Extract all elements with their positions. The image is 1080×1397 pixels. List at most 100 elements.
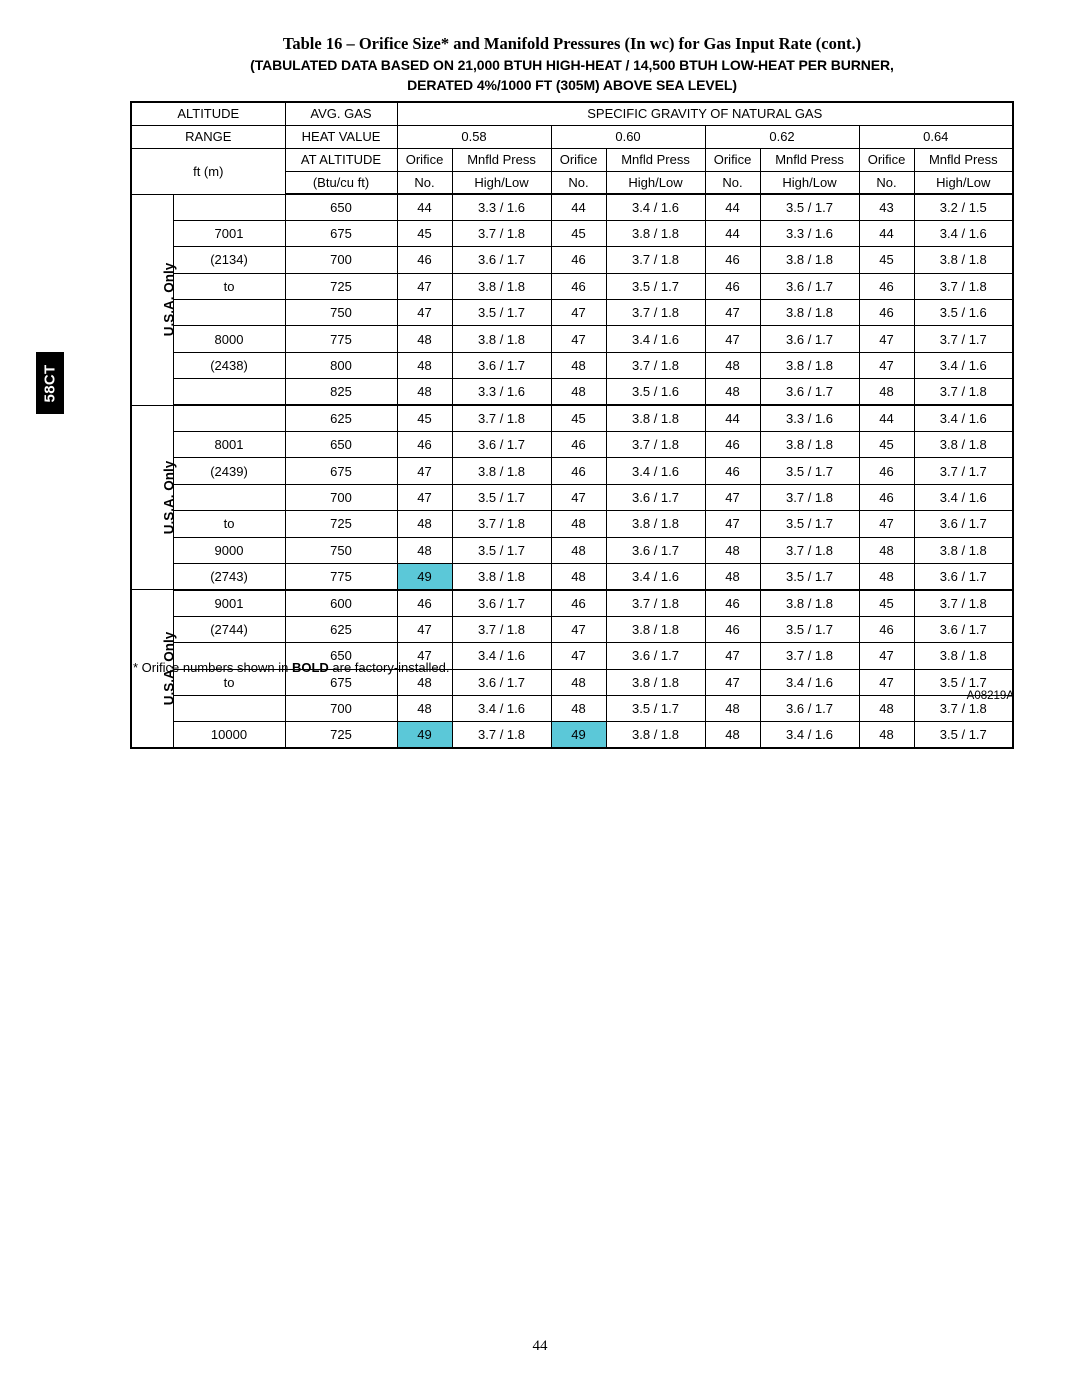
- page-title: Table 16 – Orifice Size* and Manifold Pr…: [282, 34, 862, 53]
- orifice-number-cell: 48: [550, 378, 607, 407]
- manifold-pressure-cell: 3.6 / 1.7: [451, 589, 552, 617]
- heat-value-cell: 725: [284, 510, 398, 538]
- orifice-number-cell: 48: [550, 562, 607, 591]
- altitude-range-cell: 9001: [172, 589, 286, 617]
- orifice-number-cell: 45: [550, 219, 607, 248]
- altitude-range-cell: 8001: [172, 431, 286, 459]
- manifold-pressure-cell: 3.7 / 1.8: [759, 536, 860, 564]
- manifold-pressure-cell: 3.4 / 1.6: [759, 721, 860, 750]
- orifice-number-cell: 48: [704, 562, 761, 591]
- orifice-number-cell: 44: [704, 404, 761, 433]
- heat-value-cell: 725: [284, 272, 398, 301]
- header-mnfld-line2-058: High/Low: [451, 170, 552, 195]
- orifice-number-cell: 47: [704, 510, 761, 538]
- altitude-range-cell: [172, 193, 286, 221]
- orifice-number-cell: 46: [550, 431, 607, 459]
- manifold-pressure-cell: 3.4 / 1.6: [605, 193, 706, 221]
- manifold-pressure-cell: 3.8 / 1.8: [913, 536, 1014, 564]
- orifice-number-cell: 45: [858, 431, 915, 459]
- manifold-pressure-cell: 3.8 / 1.8: [759, 351, 860, 380]
- orifice-number-cell: 46: [550, 589, 607, 617]
- header-orifice-line1-062: Orifice: [704, 147, 761, 172]
- manifold-pressure-cell: 3.7 / 1.8: [451, 510, 552, 538]
- manifold-pressure-cell: 3.8 / 1.8: [451, 457, 552, 485]
- altitude-range-cell: (2134): [172, 246, 286, 274]
- header-mnfld-line2-062: High/Low: [759, 170, 860, 195]
- altitude-range-cell: 10000: [172, 721, 286, 750]
- manifold-pressure-cell: 3.7 / 1.8: [605, 431, 706, 459]
- header-row-2: RANGE HEAT VALUE 0.58 0.60 0.62 0.64: [130, 124, 1014, 149]
- orifice-number-cell: 48: [550, 510, 607, 538]
- manifold-pressure-cell: 3.6 / 1.7: [759, 378, 860, 407]
- orifice-number-cell: 45: [858, 246, 915, 274]
- header-mnfld-line1-064: Mnfld Press: [913, 147, 1014, 172]
- orifice-number-cell: 46: [396, 246, 453, 274]
- orifice-number-cell: 46: [858, 483, 915, 512]
- orifice-number-cell: 48: [704, 351, 761, 380]
- table-row: 825 48 3.3 / 1.6 48 3.5 / 1.6 48 3.6 / 1.7 48 3.…: [131, 378, 1014, 407]
- manifold-pressure-cell: 3.7 / 1.8: [451, 721, 552, 750]
- manifold-pressure-cell: 3.3 / 1.6: [451, 193, 552, 221]
- heat-value-cell: 625: [284, 615, 398, 644]
- orifice-number-cell: 48: [550, 536, 607, 564]
- table-row: 10000 725 49 3.7 / 1.8 49 3.8 / 1.8 48 3.4 / 1.…: [131, 721, 1014, 750]
- orifice-number-cell: 48: [396, 536, 453, 564]
- orifice-number-cell: 45: [550, 404, 607, 433]
- figure-id: A08219A: [966, 690, 1014, 702]
- heat-value-cell: 625: [284, 404, 398, 433]
- region-label-cell: U.S.A. Only: [130, 193, 176, 406]
- header-altitude-units: ft (m): [130, 147, 286, 195]
- header-orifice-line1-058: Orifice: [396, 147, 453, 172]
- orifice-number-cell: 48: [550, 351, 607, 380]
- manifold-pressure-cell: 3.5 / 1.7: [759, 457, 860, 485]
- orifice-number-cell: 44: [858, 404, 915, 433]
- orifice-number-cell: 43: [858, 193, 915, 221]
- manifold-pressure-cell: 3.6 / 1.7: [451, 246, 552, 274]
- gravity-value-058: 0.58: [461, 129, 487, 144]
- manifold-pressure-cell: 3.6 / 1.7: [913, 615, 1014, 644]
- orifice-number-cell: 48: [396, 351, 453, 380]
- altitude-range-cell: to: [172, 272, 286, 301]
- orifice-number-cell: 45: [858, 589, 915, 617]
- heat-value-cell: 650: [284, 431, 398, 459]
- heat-value-cell: 600: [284, 589, 398, 617]
- table-row: U.S.A. Only 9001 600 46 3.6 / 1.7 46 3.7 / 1.8…: [130, 589, 1014, 749]
- gravity-value-062: 0.62: [769, 129, 795, 144]
- manifold-pressure-cell: 3.7 / 1.8: [605, 589, 706, 617]
- altitude-range-cell: [172, 378, 286, 407]
- manifold-pressure-cell: 3.6 / 1.7: [759, 272, 860, 301]
- manifold-pressure-cell: 3.7 / 1.8: [605, 299, 706, 327]
- orifice-number-cell: 46: [704, 457, 761, 485]
- manifold-pressure-cell: 3.4 / 1.6: [913, 404, 1014, 433]
- region-label: U.S.A. Only: [161, 460, 177, 535]
- orifice-number-cell: 44: [396, 193, 453, 221]
- manifold-pressure-cell: 3.4 / 1.6: [605, 457, 706, 485]
- altitude-range-cell: (2439): [172, 457, 286, 485]
- orifice-number-cell: 47: [704, 299, 761, 327]
- header-orifice-line2-058: No.: [396, 170, 453, 195]
- altitude-range-cell: (2743): [172, 562, 286, 591]
- heat-value-cell: 750: [284, 536, 398, 564]
- manifold-pressure-cell: 3.5 / 1.7: [451, 536, 552, 564]
- manifold-pressure-cell: 3.4 / 1.6: [605, 562, 706, 591]
- subtitle-line-2: DERATED 4%/1000 FT (305M) ABOVE SEA LEVE…: [407, 76, 737, 93]
- orifice-number-cell: 47: [396, 272, 453, 301]
- header-mnfld-line1-062: Mnfld Press: [759, 147, 860, 172]
- orifice-number-cell: 49: [550, 721, 607, 750]
- manifold-pressure-cell: 3.7 / 1.8: [759, 483, 860, 512]
- manifold-pressure-cell: 3.4 / 1.6: [913, 483, 1014, 512]
- orifice-number-cell: 47: [550, 299, 607, 327]
- manifold-pressure-cell: 3.8 / 1.8: [451, 272, 552, 301]
- manifold-pressure-cell: 3.6 / 1.7: [605, 536, 706, 564]
- orifice-number-cell: 48: [396, 325, 453, 353]
- header-specific-gravity: SPECIFIC GRAVITY OF NATURAL GAS: [396, 101, 1014, 126]
- manifold-pressure-cell: 3.5 / 1.6: [605, 378, 706, 407]
- header-orifice-line1-060: Orifice: [550, 147, 607, 172]
- table-row: U.S.A. Only 625 45 3.7 / 1.8 45 3.8 / 1.8 44 3.…: [130, 404, 1014, 591]
- altitude-range-cell: (2744): [172, 615, 286, 644]
- manifold-pressure-cell: 3.3 / 1.6: [759, 404, 860, 433]
- manifold-pressure-cell: 3.8 / 1.8: [913, 431, 1014, 459]
- orifice-number-cell: 48: [704, 721, 761, 750]
- header-gravity-058: 0.58: [396, 124, 552, 149]
- orifice-number-cell: 46: [704, 615, 761, 644]
